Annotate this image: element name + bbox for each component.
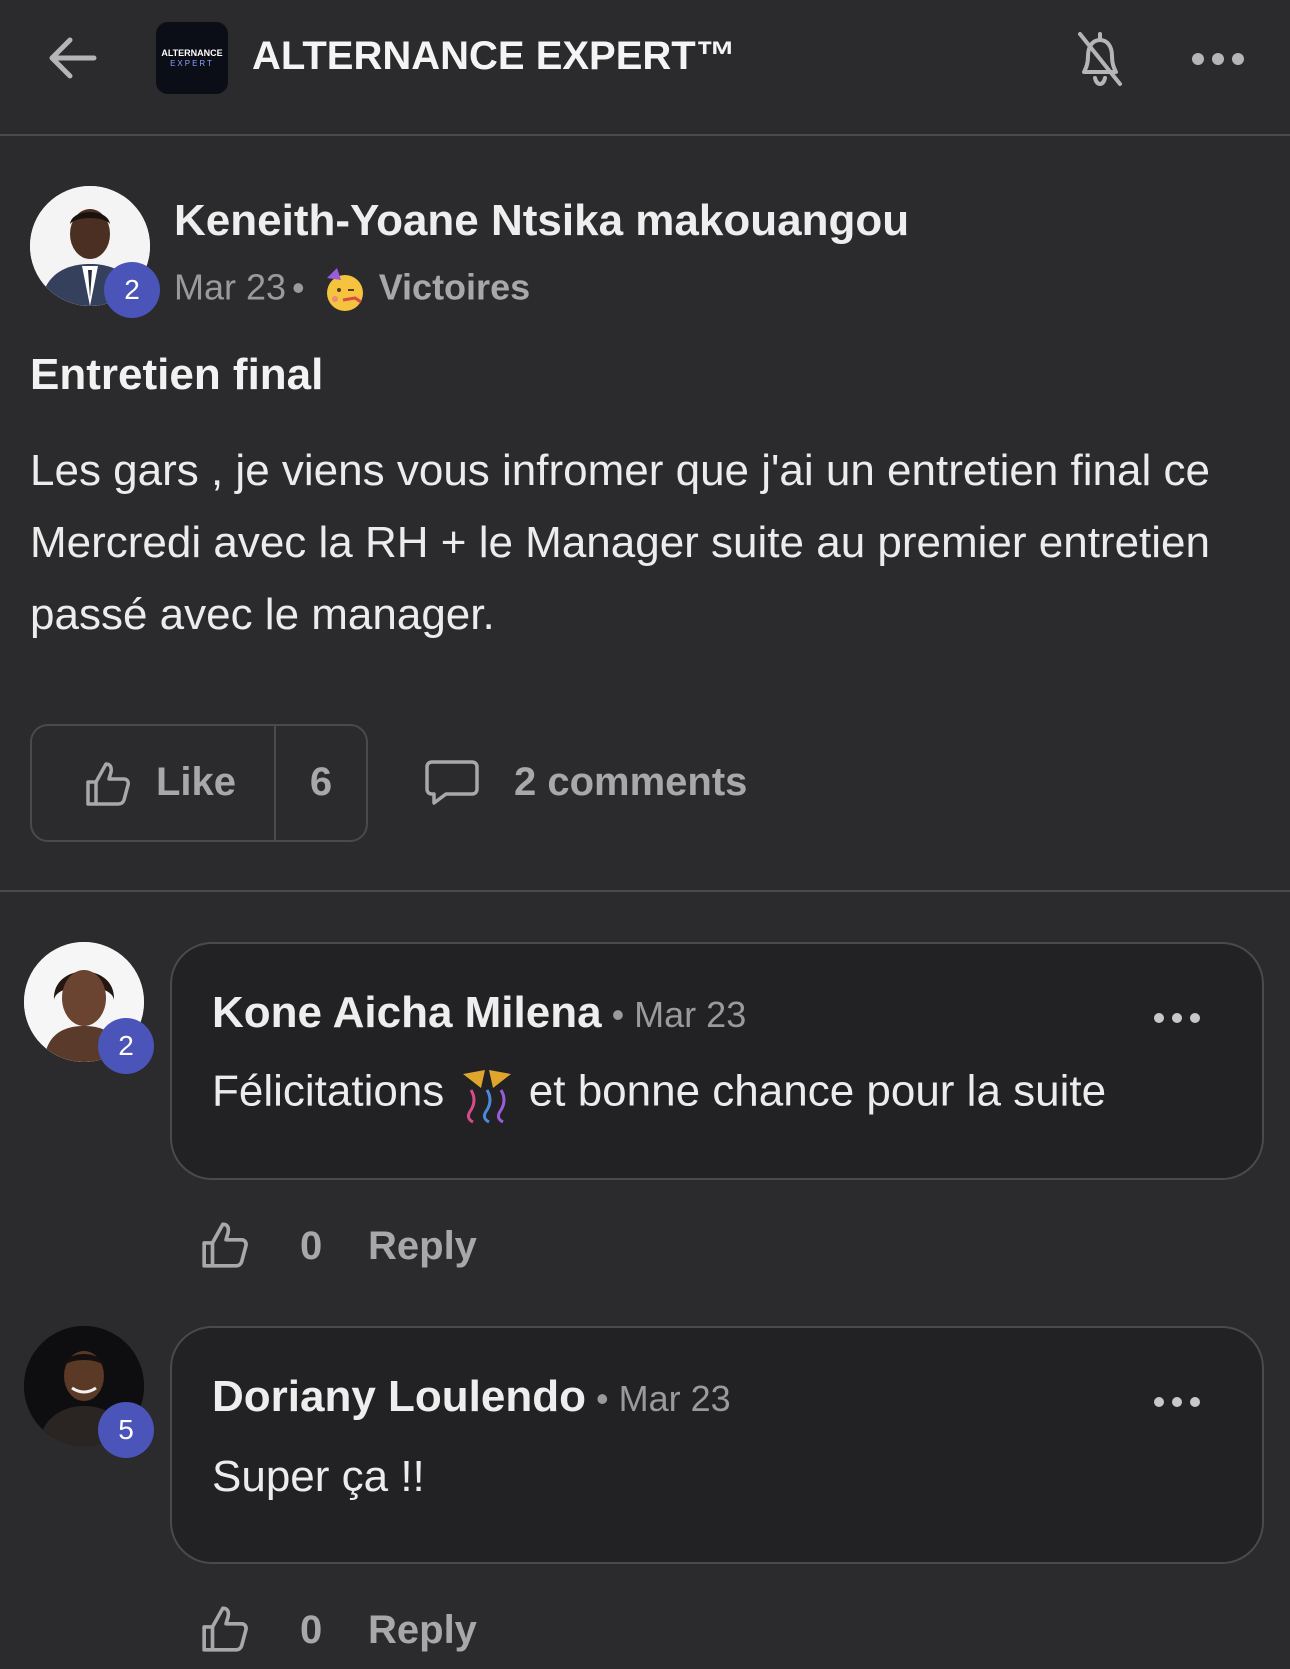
back-arrow-icon[interactable] xyxy=(44,30,100,86)
comment-actions: 0 Reply xyxy=(200,1600,500,1656)
notifications-off-icon[interactable] xyxy=(1072,28,1128,90)
thumbs-up-icon[interactable] xyxy=(200,1604,250,1654)
commenter-level-badge: 2 xyxy=(98,1018,154,1074)
comments-count-label: 2 comments xyxy=(514,760,748,804)
comment-bubble: Kone Aicha Milena • Mar 23 Félicitations … xyxy=(170,942,1264,1180)
post-date: Mar 23 xyxy=(174,266,287,308)
comment-text-end: et bonne chance pour la suite xyxy=(528,1066,1107,1116)
comment-text: Félicitations et bonne chance pour la su… xyxy=(212,1064,1106,1124)
meta-separator: • xyxy=(292,266,305,308)
more-options-icon[interactable] xyxy=(1190,44,1246,74)
comment-date: • Mar 23 xyxy=(611,994,747,1035)
comment-author[interactable]: Kone Aicha Milena xyxy=(212,988,602,1037)
like-control: Like 6 xyxy=(30,724,368,842)
comment-like-count: 0 xyxy=(300,1608,323,1652)
like-button[interactable]: Like xyxy=(32,726,274,840)
confetti-emoji-icon xyxy=(462,1070,511,1124)
comment-author[interactable]: Doriany Loulendo xyxy=(212,1372,586,1421)
comment-like-count: 0 xyxy=(300,1224,323,1268)
post-category[interactable]: Victoires xyxy=(379,267,530,308)
like-label: Like xyxy=(156,760,237,804)
commenter-level-badge: 5 xyxy=(98,1402,154,1458)
like-count[interactable]: 6 xyxy=(276,760,366,805)
comment-header: Doriany Loulendo • Mar 23 xyxy=(212,1372,731,1422)
community-logo[interactable]: ALTERNANCE EXPERT xyxy=(156,22,228,94)
comments-button[interactable]: 2 comments xyxy=(420,752,760,812)
reply-button[interactable]: Reply xyxy=(368,1224,477,1269)
comment-more-icon[interactable] xyxy=(1152,1008,1202,1028)
comment-date: • Mar 23 xyxy=(596,1378,731,1419)
section-divider xyxy=(0,890,1290,892)
comment-bubble: Doriany Loulendo • Mar 23 Super ça !! xyxy=(170,1326,1264,1564)
post-body: Les gars , je viens vous infromer que j'… xyxy=(30,446,1210,639)
post-meta: Mar 23 • Victoires xyxy=(174,266,530,314)
post-title: Entretien final xyxy=(30,350,324,399)
top-bar: ALTERNANCE EXPERT ALTERNANCE EXPERT™ xyxy=(0,0,1290,136)
comment-text-start: Félicitations xyxy=(212,1066,445,1116)
comment-bubble-icon xyxy=(425,760,479,805)
thumbs-up-icon[interactable] xyxy=(200,1220,250,1270)
community-title[interactable]: ALTERNANCE EXPERT™ xyxy=(252,34,736,79)
party-face-emoji-icon xyxy=(326,268,363,311)
reply-button[interactable]: Reply xyxy=(368,1608,477,1653)
comment-header: Kone Aicha Milena • Mar 23 xyxy=(212,988,746,1038)
author-level-badge: 2 xyxy=(104,262,160,318)
comment-actions: 0 Reply xyxy=(200,1216,500,1272)
comment-more-icon[interactable] xyxy=(1152,1392,1202,1412)
post-author-name[interactable]: Keneith-Yoane Ntsika makouangou xyxy=(174,196,909,246)
thumbs-up-icon xyxy=(86,762,130,806)
comment-text: Super ça !! xyxy=(212,1452,425,1501)
